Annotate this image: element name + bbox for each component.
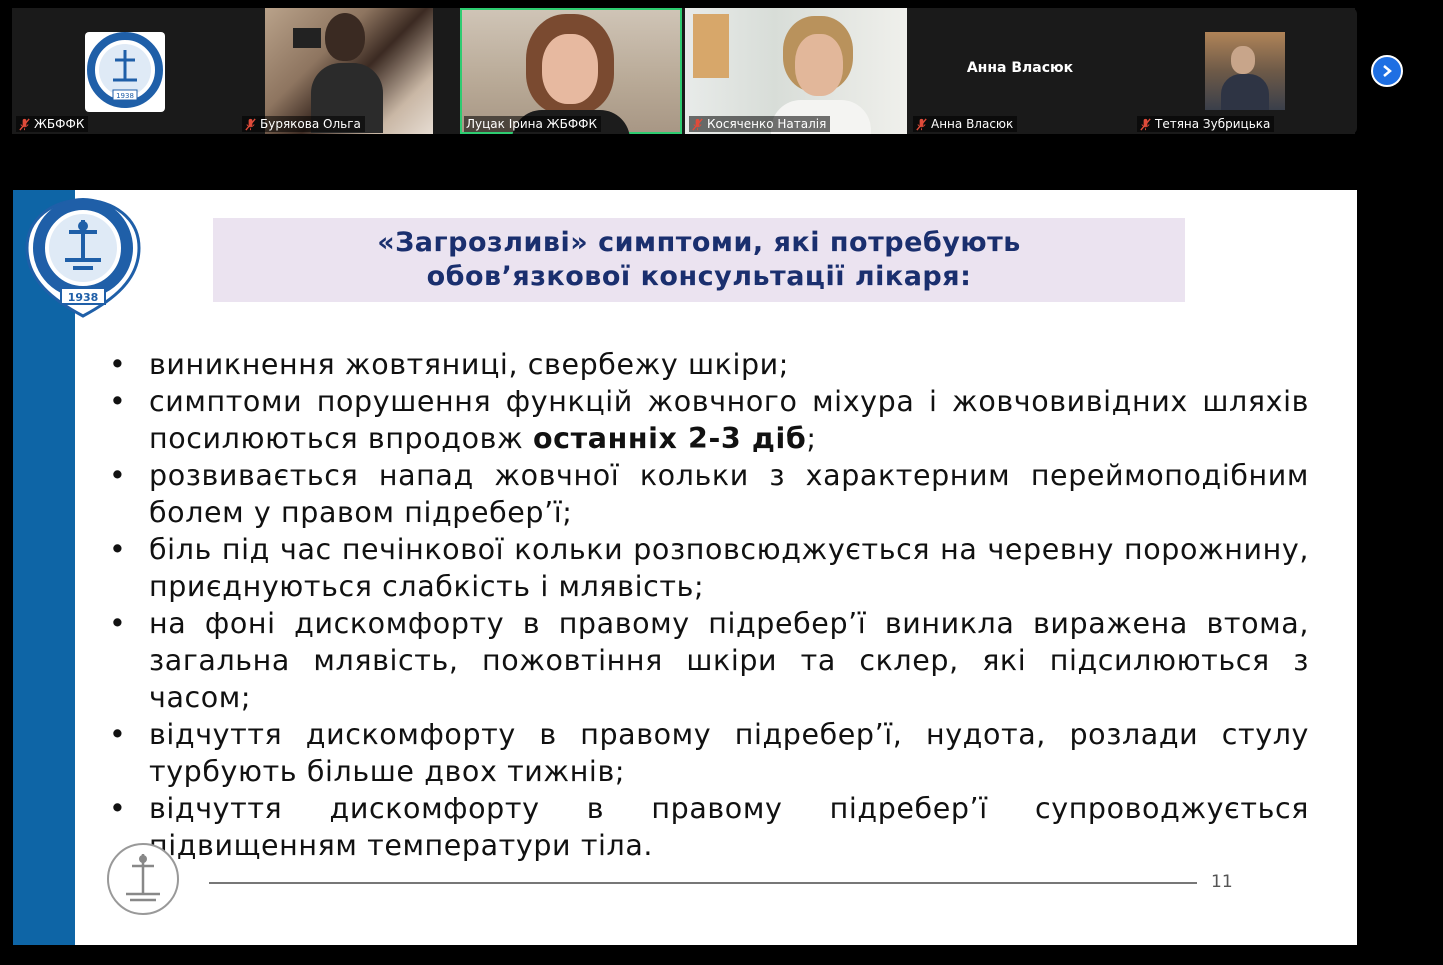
svg-text:1938: 1938 (116, 92, 134, 100)
shared-slide: 1938 «Загрозливі» симптоми, які потребую… (13, 190, 1357, 945)
microphone-muted-icon (245, 117, 256, 131)
list-item: симптоми порушення функцій жовчного міху… (109, 383, 1309, 457)
participant-name: Луцак Ірина ЖБФФК (464, 116, 602, 132)
footer-logo (106, 842, 180, 916)
slide-title-line1: «Загрозливі» симптоми, які потребують (377, 227, 1021, 258)
chevron-right-icon (1383, 65, 1392, 77)
participant-name: ЖБФФК (16, 116, 89, 132)
college-logo: 1938 (21, 196, 145, 320)
list-item: відчуття дискомфорту в правому підребер’… (109, 790, 1309, 864)
video-feed (1205, 32, 1285, 110)
video-object (293, 28, 321, 48)
video-person-head (325, 13, 365, 61)
slide-title-line2: обов’язкової консультації лікаря: (426, 261, 972, 292)
video-person-body (1221, 74, 1269, 110)
footer-divider (209, 882, 1197, 884)
participant-name: Тетяна Зубрицька (1137, 116, 1275, 132)
participant-tile-lutsak[interactable]: Луцак Ірина ЖБФФК (460, 8, 682, 134)
video-object (693, 14, 729, 78)
participant-tile-buriakova[interactable]: Бурякова Ольга (236, 8, 458, 134)
video-person-face (1231, 46, 1255, 74)
svg-text:1938: 1938 (68, 291, 99, 304)
microphone-muted-icon (692, 117, 703, 131)
participant-name: Косяченко Наталія (689, 116, 831, 132)
list-item: розвивається напад жовчної кольки з хара… (109, 457, 1309, 531)
list-item: відчуття дискомфорту в правому підребер’… (109, 716, 1309, 790)
participant-name: Анна Власюк (913, 116, 1018, 132)
list-item: біль під час печінкової кольки розповсюд… (109, 531, 1309, 605)
symptom-list: виникнення жовтяниці, свербежу шкіри; си… (109, 346, 1309, 864)
page-number: 11 (1211, 872, 1233, 892)
list-item: на фоні дискомфорту в правому підребер’ї… (109, 605, 1309, 716)
microphone-muted-icon (916, 117, 927, 131)
slide-title: «Загрозливі» симптоми, які потребують об… (213, 218, 1185, 302)
participant-tile-kosiachenko[interactable]: Косяченко Наталія (685, 8, 907, 134)
video-person-face (795, 34, 843, 96)
participant-tile-zubrytska[interactable]: Тетяна Зубрицька (1133, 8, 1355, 134)
participant-tile-vlasiuk[interactable]: Анна Власюк Анна Власюк (909, 8, 1131, 134)
microphone-muted-icon (1140, 117, 1151, 131)
video-person-face (542, 34, 598, 104)
video-feed (462, 10, 680, 134)
emphasis-text: останніх 2-3 діб (532, 422, 807, 455)
next-participants-button[interactable] (1371, 55, 1403, 87)
microphone-muted-icon (19, 117, 30, 131)
participant-tile-zhbffk[interactable]: 1938 ЖБФФК (12, 8, 234, 134)
list-item: виникнення жовтяниці, свербежу шкіри; (109, 346, 1309, 383)
participant-display-name: Анна Власюк (966, 60, 1074, 76)
participant-name: Бурякова Ольга (242, 116, 365, 132)
college-logo: 1938 (85, 32, 165, 112)
